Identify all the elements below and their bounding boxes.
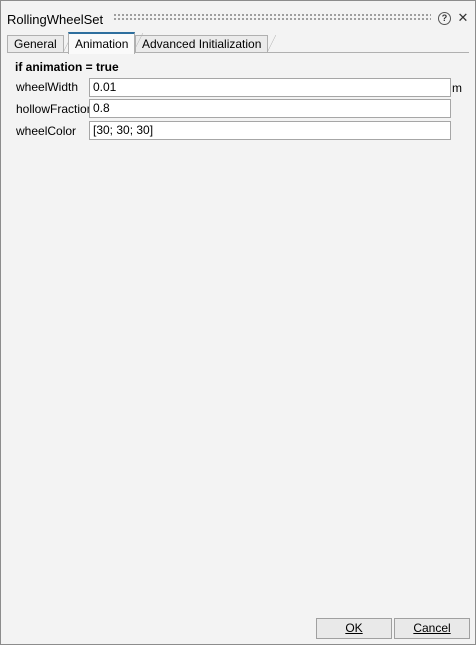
- ok-button[interactable]: OK: [316, 618, 392, 639]
- wheelwidth-label: wheelWidth: [16, 80, 79, 94]
- wheelwidth-input[interactable]: 0.01: [89, 78, 451, 97]
- tab-animation-label: Animation: [75, 37, 129, 51]
- tab-advanced-initialization-label: Advanced Initialization: [142, 37, 262, 51]
- cancel-button[interactable]: Cancel: [394, 618, 470, 639]
- tab-bar: General Animation Advanced Initializatio…: [7, 32, 469, 54]
- wheelcolor-input[interactable]: [30; 30; 30]: [89, 121, 451, 140]
- drag-grip[interactable]: [113, 13, 431, 22]
- tab-animation[interactable]: Animation: [68, 32, 144, 54]
- tab-general-label: General: [14, 37, 57, 51]
- window-title: RollingWheelSet: [7, 12, 104, 27]
- close-icon[interactable]: ✕: [456, 11, 470, 25]
- tab-advanced-initialization[interactable]: Advanced Initialization: [135, 35, 277, 53]
- wheelcolor-label: wheelColor: [16, 124, 77, 138]
- hollowfraction-label: hollowFraction: [16, 102, 94, 116]
- hollowfraction-input[interactable]: 0.8: [89, 99, 451, 118]
- dialog-window: RollingWheelSet ? ✕ General Animation Ad…: [0, 0, 476, 645]
- tab-general[interactable]: General: [7, 35, 72, 53]
- section-heading: if animation = true: [15, 60, 119, 74]
- title-bar[interactable]: RollingWheelSet ? ✕: [1, 1, 475, 31]
- help-icon[interactable]: ?: [438, 12, 451, 25]
- wheelwidth-unit: m: [452, 81, 462, 95]
